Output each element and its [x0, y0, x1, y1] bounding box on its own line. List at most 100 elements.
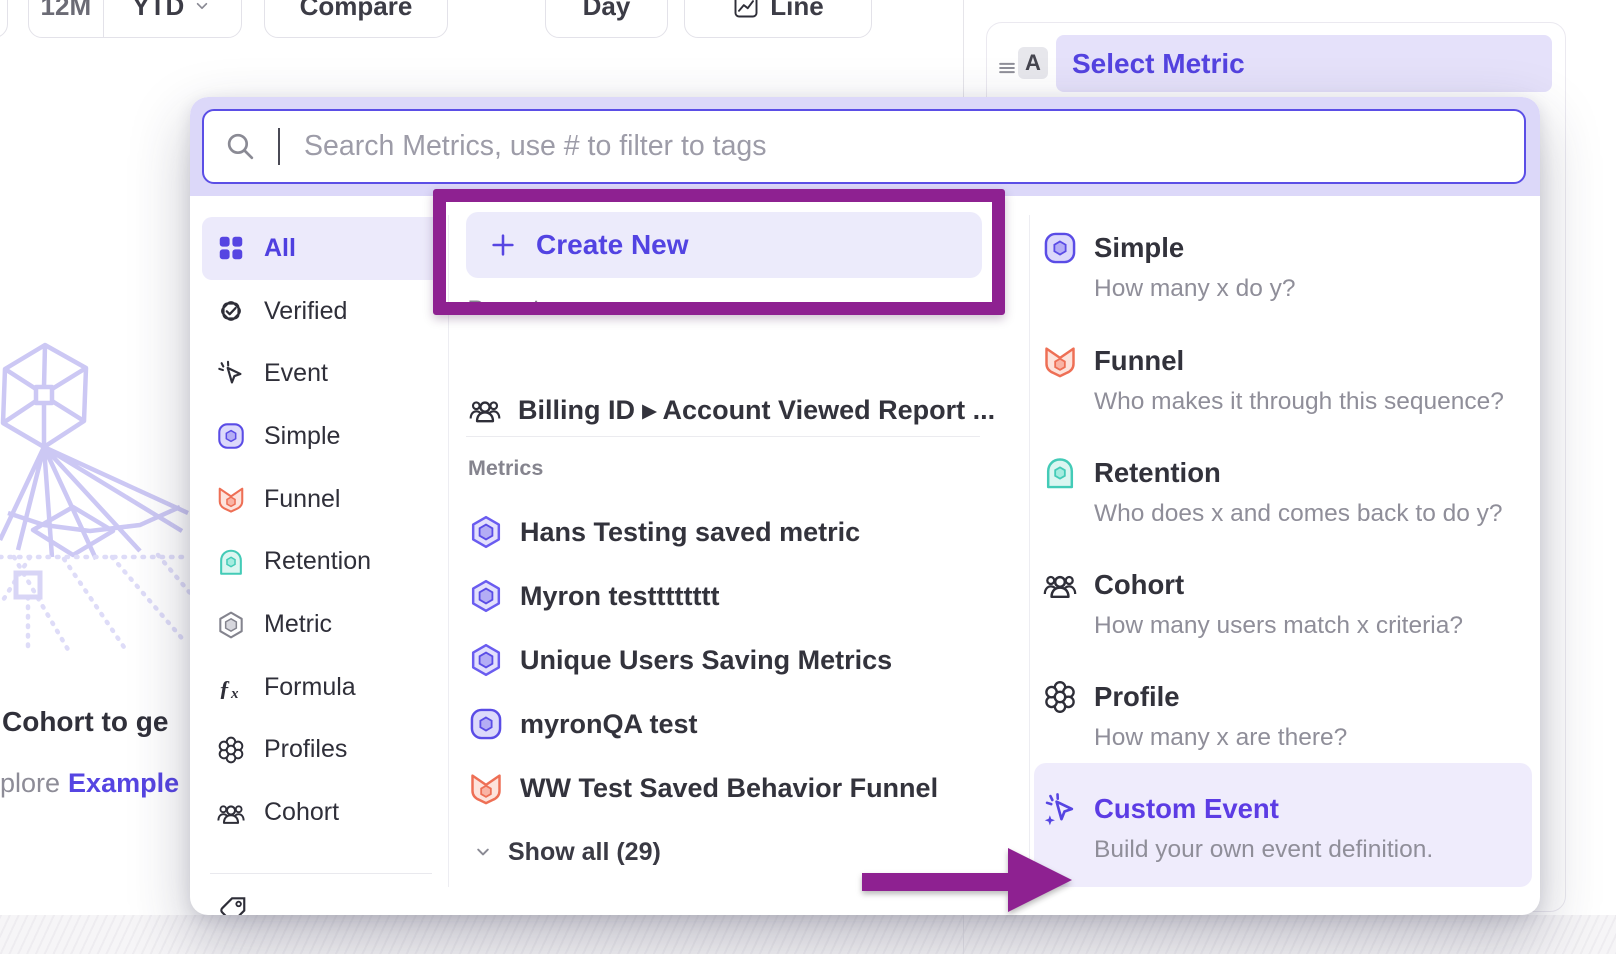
empty-state-headline: Cohort to ge — [2, 706, 168, 738]
cohort-people-icon — [216, 798, 246, 828]
metric-hexagon-icon — [216, 610, 246, 640]
metric-type-title: Profile — [1094, 673, 1180, 721]
saved-metric-icon — [468, 642, 504, 678]
simple-metric-icon — [468, 706, 504, 742]
range-ytd-button[interactable]: YTD — [103, 0, 241, 37]
funnel-icon — [216, 484, 246, 514]
profiles-icon — [1042, 679, 1078, 715]
simple-metric-icon — [1042, 230, 1078, 266]
metric-type-description: Who does x and comes back to do y? — [1094, 497, 1503, 531]
metric-item[interactable]: WW Test Saved Behavior Funnel — [468, 764, 938, 812]
metric-type-description: How many users match x criteria? — [1094, 609, 1463, 643]
category-label: Profiles — [264, 735, 347, 764]
item-label: Billing ID ▸ Account Viewed Report ... — [518, 395, 995, 426]
select-metric-button[interactable]: Select Metric — [1056, 35, 1552, 92]
category-label: Retention — [264, 547, 371, 576]
drag-handle-icon[interactable] — [996, 57, 1018, 79]
saved-metric-icon — [468, 514, 504, 550]
category-formula[interactable]: ƒxFormula — [202, 656, 442, 719]
empty-state-subtext: plore Example — [0, 768, 179, 799]
category-sidebar: All Verified Event Simple Funnel Retention Met… — [202, 217, 442, 847]
sidebar-item-clipped[interactable] — [218, 896, 248, 915]
category-retention[interactable]: Retention — [202, 531, 442, 594]
metric-type-cohort[interactable]: CohortHow many users match x criteria? — [1042, 561, 1532, 653]
funnel-icon — [1042, 343, 1078, 379]
category-label: All — [264, 234, 296, 263]
range-12m-button[interactable]: 12M — [29, 0, 103, 37]
cohort-people-icon — [468, 393, 502, 427]
item-label: Unique Users Saving Metrics — [520, 645, 892, 676]
show-all-toggle[interactable]: Show all (29) — [472, 835, 661, 869]
category-label: Metric — [264, 610, 332, 639]
verified-badge-icon — [216, 296, 246, 326]
event-cursor-icon — [216, 359, 246, 389]
item-label: Hans Testing saved metric — [520, 517, 860, 548]
example-link[interactable]: Example — [68, 768, 179, 798]
list-divider — [466, 436, 980, 437]
metric-type-retention[interactable]: RetentionWho does x and comes back to do… — [1042, 449, 1532, 541]
metric-item[interactable]: myronQA test — [468, 700, 698, 748]
item-label: WW Test Saved Behavior Funnel — [520, 773, 938, 804]
saved-metric-icon — [468, 578, 504, 614]
category-event[interactable]: Event — [202, 342, 442, 405]
metric-item[interactable]: Myron testttttttt — [468, 572, 719, 620]
line-chart-icon — [732, 0, 760, 20]
category-simple[interactable]: Simple — [202, 405, 442, 468]
tag-icon — [218, 896, 248, 915]
funnel-icon — [468, 770, 504, 806]
metric-type-title: Retention — [1094, 449, 1221, 497]
category-funnel[interactable]: Funnel — [202, 468, 442, 531]
retention-icon — [1042, 455, 1078, 491]
item-label: Myron testttttttt — [520, 581, 719, 612]
toolbar-button-fragment[interactable] — [0, 0, 8, 38]
text-cursor — [278, 128, 280, 165]
sidebar-divider — [210, 873, 432, 874]
metric-type-description: How many x do y? — [1094, 272, 1296, 306]
annotation-box — [433, 189, 1005, 315]
metric-type-title: Funnel — [1094, 337, 1184, 385]
simple-metric-icon — [216, 421, 246, 451]
metric-item[interactable]: Unique Users Saving Metrics — [468, 636, 892, 684]
metric-type-description: Build your own event definition. — [1094, 833, 1433, 867]
metric-type-funnel[interactable]: FunnelWho makes it through this sequence… — [1042, 337, 1532, 429]
category-label: Verified — [264, 297, 347, 326]
metric-type-title: Simple — [1094, 224, 1184, 272]
metric-type-description: Who makes it through this sequence? — [1094, 385, 1504, 419]
category-all[interactable]: All — [202, 217, 442, 280]
compare-button[interactable]: Compare — [264, 0, 448, 38]
category-verified[interactable]: Verified — [202, 280, 442, 343]
wireframe-cube-illustration — [0, 335, 190, 655]
item-label: myronQA test — [520, 709, 698, 740]
category-metric[interactable]: Metric — [202, 593, 442, 656]
cohort-people-icon — [1042, 567, 1078, 603]
category-label: Event — [264, 359, 328, 388]
metrics-heading: Metrics — [468, 456, 543, 481]
category-profiles[interactable]: Profiles — [202, 719, 442, 782]
category-label: Funnel — [264, 485, 340, 514]
column-divider — [1029, 215, 1030, 887]
custom-event-icon — [1042, 791, 1078, 827]
series-a-badge: A — [1018, 47, 1048, 79]
formula-icon: ƒx — [216, 672, 246, 702]
granularity-day-button[interactable]: Day — [545, 0, 668, 38]
metric-type-profile[interactable]: ProfileHow many x are there? — [1042, 673, 1532, 765]
metric-search-input[interactable] — [202, 109, 1526, 184]
category-cohort[interactable]: Cohort — [202, 781, 442, 844]
column-divider — [448, 215, 449, 887]
metric-type-custom-event[interactable]: Custom EventBuild your own event definit… — [1042, 785, 1532, 877]
retention-icon — [216, 547, 246, 577]
search-icon — [224, 130, 257, 163]
chart-type-line-button[interactable]: Line — [684, 0, 872, 38]
metric-type-simple[interactable]: SimpleHow many x do y? — [1042, 224, 1532, 316]
date-range-control: 12M YTD — [28, 0, 242, 38]
metric-type-description: How many x are there? — [1094, 721, 1347, 755]
category-label: Cohort — [264, 798, 339, 827]
profiles-icon — [216, 735, 246, 765]
annotation-arrow-icon — [850, 838, 1086, 930]
explore-text-fragment: plore — [0, 768, 60, 798]
metric-item[interactable]: Hans Testing saved metric — [468, 508, 860, 556]
chevron-down-icon — [472, 841, 494, 863]
svg-text:x: x — [230, 686, 239, 702]
recent-item[interactable]: Billing ID ▸ Account Viewed Report ... — [468, 386, 995, 434]
metric-type-title: Custom Event — [1094, 785, 1279, 833]
